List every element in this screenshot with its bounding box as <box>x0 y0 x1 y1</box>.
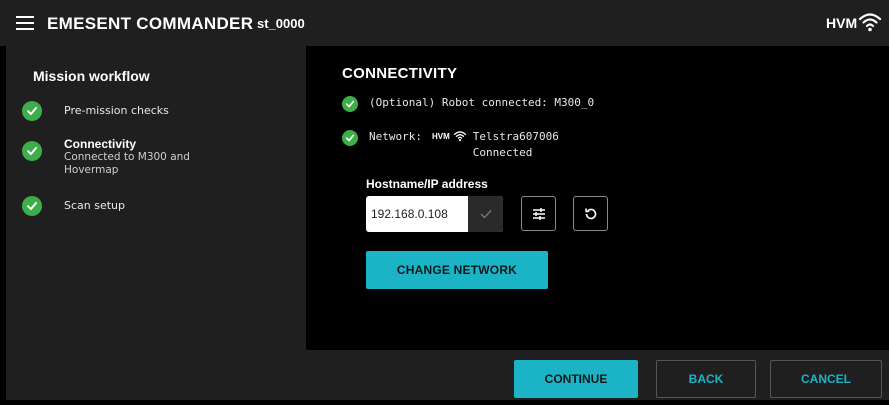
session-id: st_0000 <box>257 16 305 31</box>
step-subtitle: Connected to M300 and Hovermap <box>64 151 190 176</box>
back-button[interactable]: BACK <box>656 360 756 398</box>
confirm-host-button[interactable] <box>468 196 503 232</box>
app-title: EMESENT COMMANDER <box>47 14 254 33</box>
footer-actions: CONTINUE BACK CANCEL <box>306 350 889 400</box>
continue-button[interactable]: CONTINUE <box>514 360 638 398</box>
check-icon <box>22 101 42 121</box>
page-title: CONNECTIVITY <box>342 65 458 82</box>
network-name: Telstra607006 <box>472 130 559 143</box>
hostname-input[interactable] <box>366 197 470 231</box>
step-title: Scan setup <box>64 199 126 212</box>
wifi-icon[interactable] <box>858 11 882 33</box>
cancel-button[interactable]: CANCEL <box>770 360 882 398</box>
refresh-icon <box>584 207 596 219</box>
network-settings-button[interactable] <box>521 196 556 231</box>
wifi-icon <box>453 131 466 142</box>
change-network-button[interactable]: CHANGE NETWORK <box>366 251 548 289</box>
check-icon <box>22 196 42 216</box>
connectivity-panel: CONNECTIVITY (Optional) Robot connected:… <box>306 46 889 350</box>
network-device-label: HVM <box>431 132 450 141</box>
step-title: Connectivity <box>64 137 137 151</box>
refresh-button[interactable] <box>573 196 608 231</box>
settings-sliders-icon <box>532 207 545 220</box>
network-state: Connected <box>472 146 533 159</box>
network-label: Network: <box>369 130 422 143</box>
mission-workflow-sidebar: Mission workflow Pre-mission checks Conn… <box>6 46 306 400</box>
network-status-row: Network: HVM Telstra607006 Connected <box>342 130 559 159</box>
robot-status-row: (Optional) Robot connected: M300_0 <box>342 96 594 112</box>
step-pre-mission-checks[interactable]: Pre-mission checks <box>22 101 169 121</box>
check-icon <box>480 210 492 219</box>
robot-status-text: (Optional) Robot connected: M300_0 <box>369 96 595 109</box>
check-icon <box>342 130 358 146</box>
sidebar-title: Mission workflow <box>33 68 150 84</box>
check-icon <box>22 141 42 161</box>
menu-icon[interactable] <box>16 16 34 30</box>
step-scan-setup[interactable]: Scan setup <box>22 196 125 216</box>
step-title: Pre-mission checks <box>64 104 169 117</box>
top-bar: EMESENT COMMANDER st_0000 HVM <box>0 0 889 46</box>
device-label: HVM <box>826 15 858 31</box>
step-connectivity[interactable]: Connectivity Connected to M300 and Hover… <box>22 138 214 177</box>
hostname-label: Hostname/IP address <box>366 177 488 191</box>
check-icon <box>342 96 358 112</box>
